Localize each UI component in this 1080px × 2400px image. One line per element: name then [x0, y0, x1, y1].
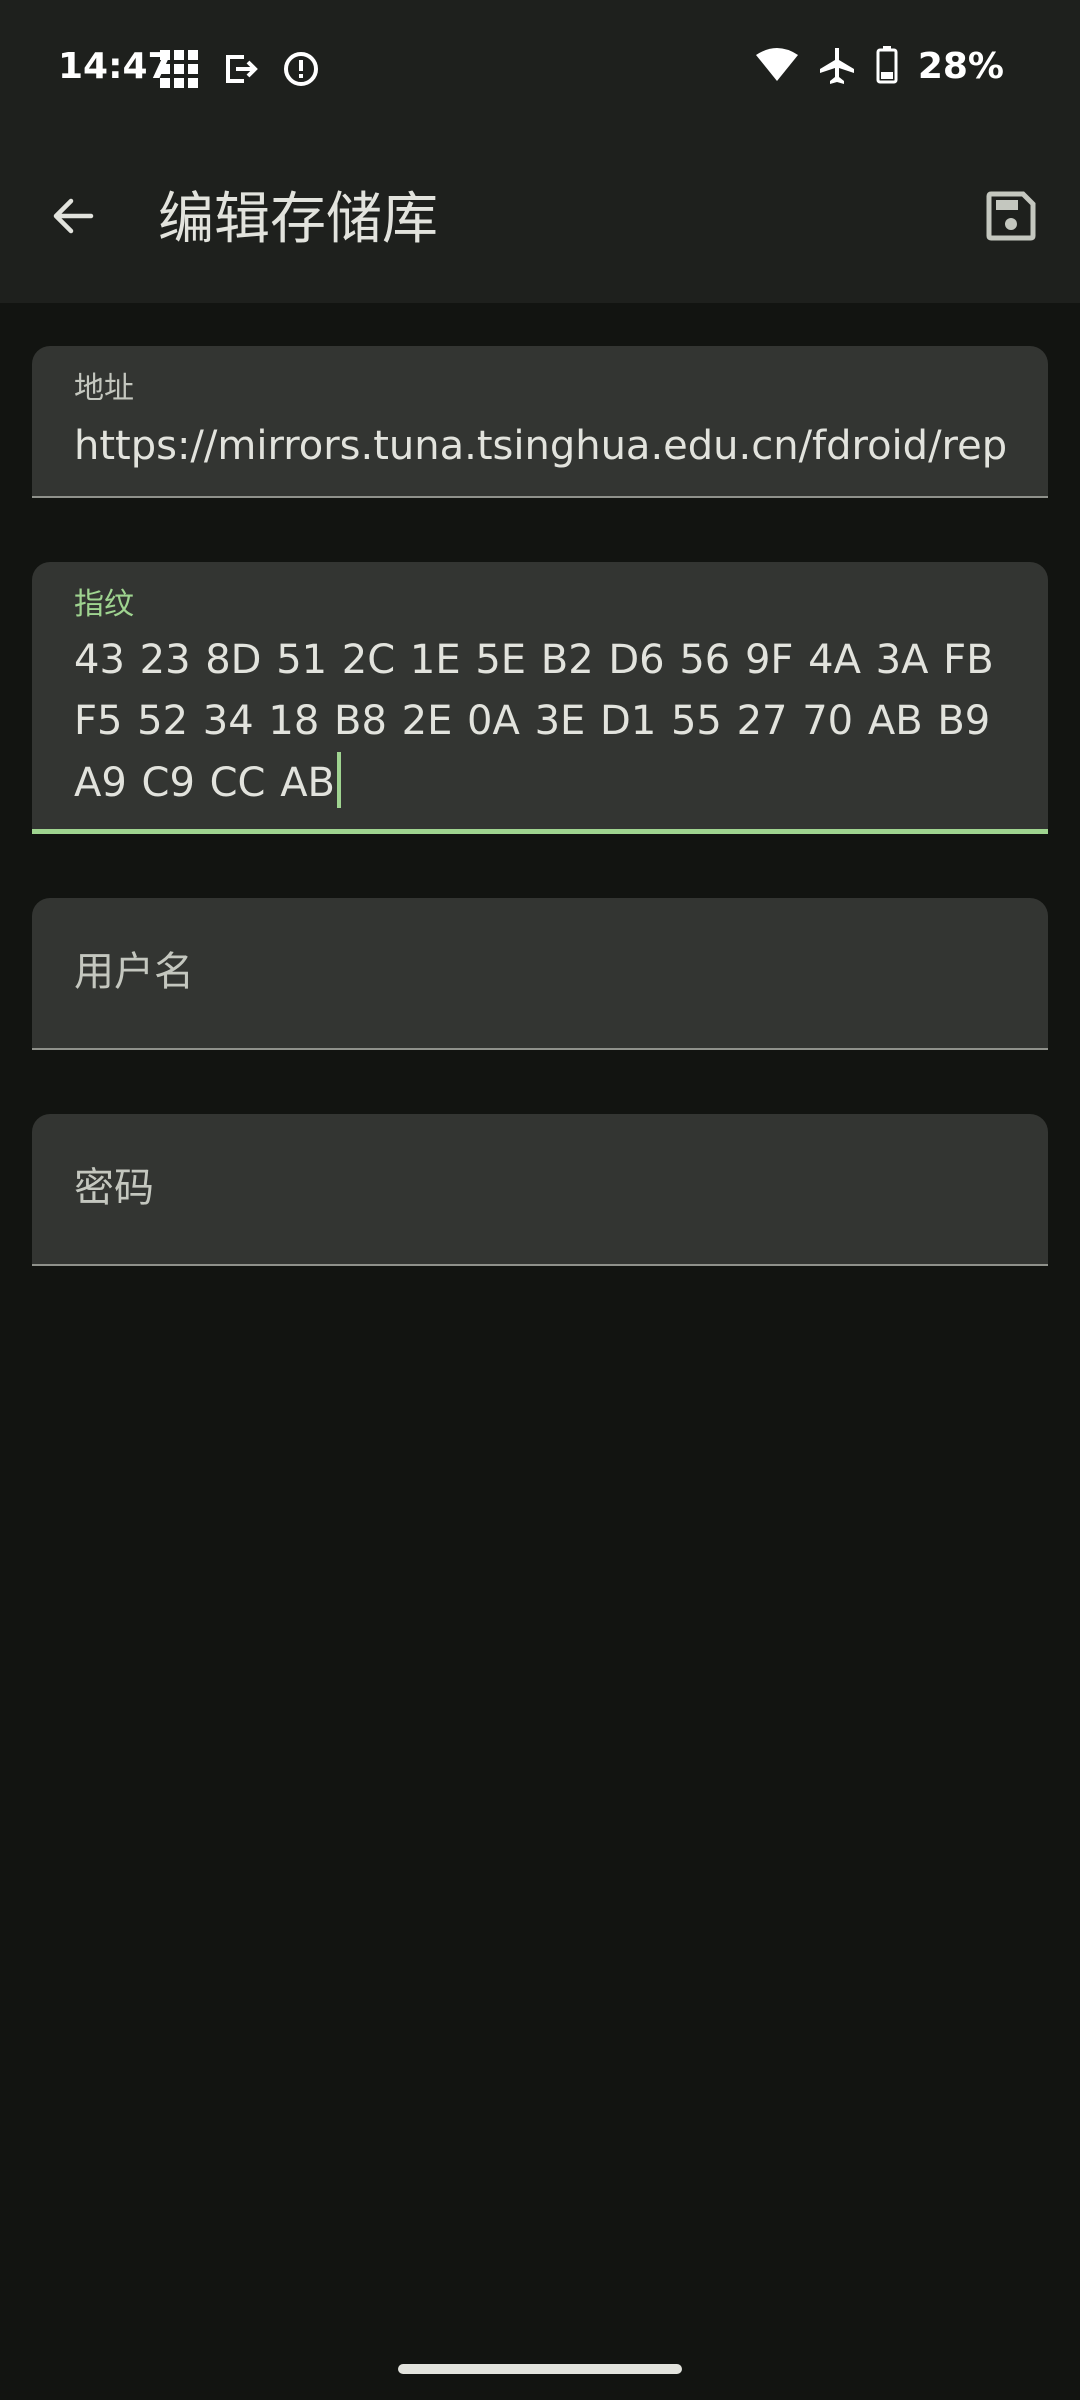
grid-icon [160, 50, 198, 92]
battery-icon [876, 46, 898, 88]
fingerprint-field[interactable]: 指纹 43 23 8D 51 2C 1E 5E B2 D6 56 9F 4A 3… [32, 562, 1048, 834]
username-placeholder: 用户名 [74, 949, 194, 995]
page-title: 编辑存储库 [158, 187, 438, 252]
text-caret [337, 752, 341, 808]
address-field[interactable]: 地址 https://mirrors.tuna.tsinghua.edu.cn/… [32, 346, 1048, 498]
save-icon [985, 190, 1037, 246]
status-bar: 14:47 28% [0, 0, 1080, 135]
app-bar: 编辑存储库 [0, 135, 1080, 303]
back-button[interactable] [30, 175, 116, 261]
wifi-icon [755, 47, 798, 87]
address-label: 地址 [74, 371, 134, 406]
airplane-icon [818, 46, 856, 88]
fingerprint-value: 43 23 8D 51 2C 1E 5E B2 D6 56 9F 4A 3A F… [74, 637, 994, 806]
home-indicator[interactable] [398, 2364, 682, 2374]
arrow-left-icon [49, 192, 97, 244]
alert-icon [282, 50, 320, 92]
exit-icon [222, 51, 258, 91]
address-input[interactable]: https://mirrors.tuna.tsinghua.edu.cn/fdr… [74, 416, 1038, 477]
password-placeholder: 密码 [74, 1165, 154, 1211]
save-button[interactable] [968, 175, 1054, 261]
password-field[interactable]: 密码 [32, 1114, 1048, 1266]
status-icons-left [160, 50, 320, 92]
fingerprint-input[interactable]: 43 23 8D 51 2C 1E 5E B2 D6 56 9F 4A 3A F… [74, 630, 1014, 814]
status-icons-right: 28% [755, 44, 1004, 90]
username-field[interactable]: 用户名 [32, 898, 1048, 1050]
battery-level: 28% [917, 46, 1004, 87]
status-time: 14:47 [58, 46, 173, 87]
fingerprint-label: 指纹 [74, 587, 134, 622]
